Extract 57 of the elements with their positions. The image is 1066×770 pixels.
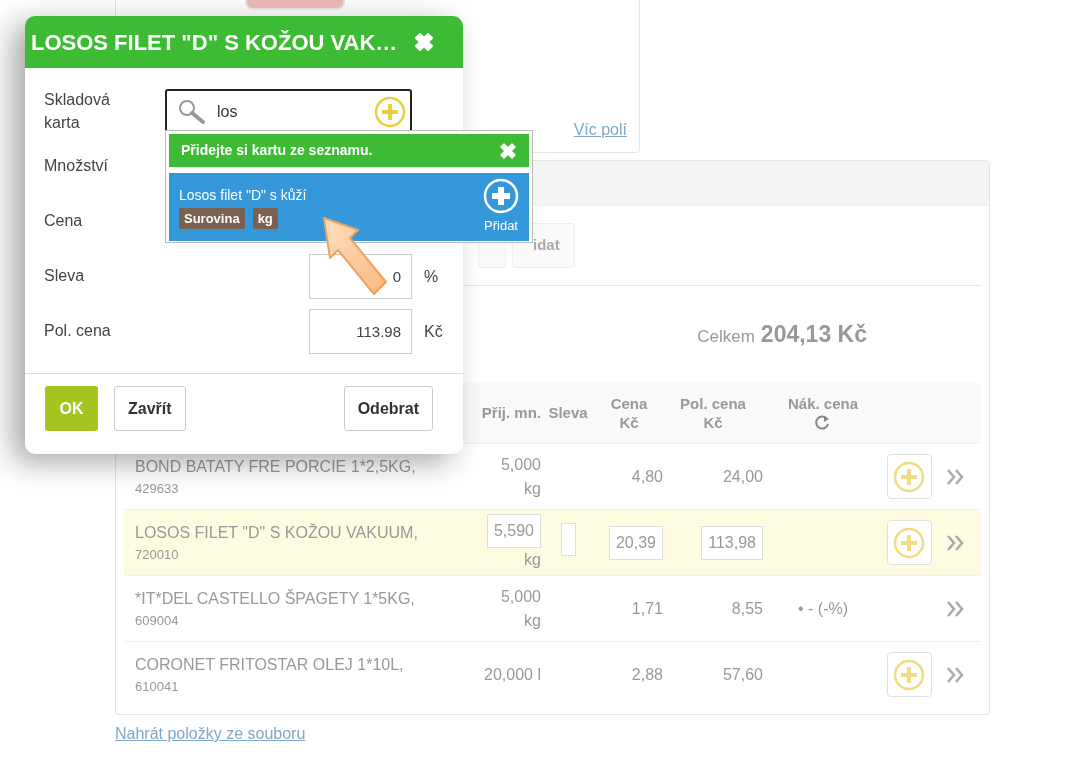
unit-label: kg: [524, 611, 541, 629]
quantity-value[interactable]: 5,590: [486, 513, 541, 548]
total-value: 24,00: [722, 467, 763, 485]
table-row[interactable]: CORONET FRITOSTAR OLEJ 1*10L, 610041 20,000 l 2,88 57,60: [124, 641, 981, 707]
field-label: Skladová karta: [44, 90, 111, 133]
item-name: *IT*DEL CASTELLO ŠPAGETY 1*5KG,: [135, 588, 416, 609]
dialog-title: LOSOS FILET "D" S KOŽOU VAK…: [31, 28, 399, 57]
table-row[interactable]: LOSOS FILET "D" S KOŽOU VAKUUM, 720010 5,590 kg 20,39 113,98: [124, 509, 981, 575]
tag: kg: [252, 207, 278, 229]
dialog-button[interactable]: Odebrat: [343, 386, 433, 431]
upload-link[interactable]: Nahrát položky ze souboru: [115, 722, 306, 746]
number-field[interactable]: 113.98: [309, 309, 412, 354]
total-value: 8,55: [731, 599, 763, 617]
unit-label: kg: [524, 479, 541, 497]
column-header[interactable]: Nák. cena: [787, 394, 858, 414]
hint-text: Přidejte si kartu ze seznamu.: [181, 141, 373, 160]
price-value: 1,71: [631, 599, 663, 617]
column-header[interactable]: Cena: [610, 393, 648, 413]
dialog-button[interactable]: Zavřít: [114, 386, 186, 431]
more-fields-link[interactable]: Víc polí: [573, 118, 627, 142]
tag: Surovina: [179, 207, 245, 229]
item-code: 610041: [135, 677, 180, 696]
column-unit: Kč: [619, 413, 639, 433]
search-input[interactable]: los: [215, 98, 364, 125]
item-name: CORONET FRITOSTAR OLEJ 1*10L,: [135, 654, 405, 675]
quantity-value: 5,000: [500, 587, 541, 605]
field-label: Množství: [44, 156, 109, 177]
field-label: Sleva: [44, 266, 86, 287]
unit-label: l: [537, 665, 541, 683]
quantity-value: 20,000: [484, 665, 533, 683]
column-unit: Kč: [703, 413, 723, 433]
unit-label: Kč: [423, 321, 444, 342]
quantity-value: 5,000: [500, 455, 541, 473]
column-header[interactable]: Sleva: [548, 403, 588, 423]
total-label: Celkem: [697, 325, 755, 348]
purchase-price: • - (-%): [798, 599, 848, 617]
ok-button[interactable]: OK: [45, 386, 98, 431]
item-name: BOND BATATY FRE PORCIE 1*2,5KG,: [135, 456, 417, 477]
suggestion-item[interactable]: Losos filet "D" s kůží Surovina kg Přidat: [169, 173, 529, 241]
field-label: Cena: [44, 211, 84, 232]
item-name: Losos filet "D" s kůží: [179, 185, 308, 205]
price-value[interactable]: 20,39: [608, 525, 663, 560]
total-value: 204,13 Kč: [760, 320, 867, 350]
price-value: 4,80: [631, 467, 663, 485]
table-row[interactable]: *IT*DEL CASTELLO ŠPAGETY 1*5KG, 609004 5,000 kg 1,71 8,55 • - (-%): [124, 575, 981, 641]
item-code: 720010: [135, 545, 180, 564]
unit-label: %: [423, 266, 440, 287]
price-value: 2,88: [631, 665, 663, 683]
total-value: 57,60: [722, 665, 763, 683]
field-label: Pol. cena: [44, 321, 112, 342]
column-header[interactable]: Přij. mn.: [481, 403, 541, 423]
column-header[interactable]: Pol. cena: [680, 393, 746, 413]
total-value[interactable]: 113,98: [701, 525, 763, 560]
item-code: 609004: [135, 611, 180, 630]
item-name: LOSOS FILET "D" S KOŽOU VAKUUM,: [135, 522, 419, 543]
unit-label: kg: [524, 550, 541, 568]
item-code: 429633: [135, 479, 180, 498]
